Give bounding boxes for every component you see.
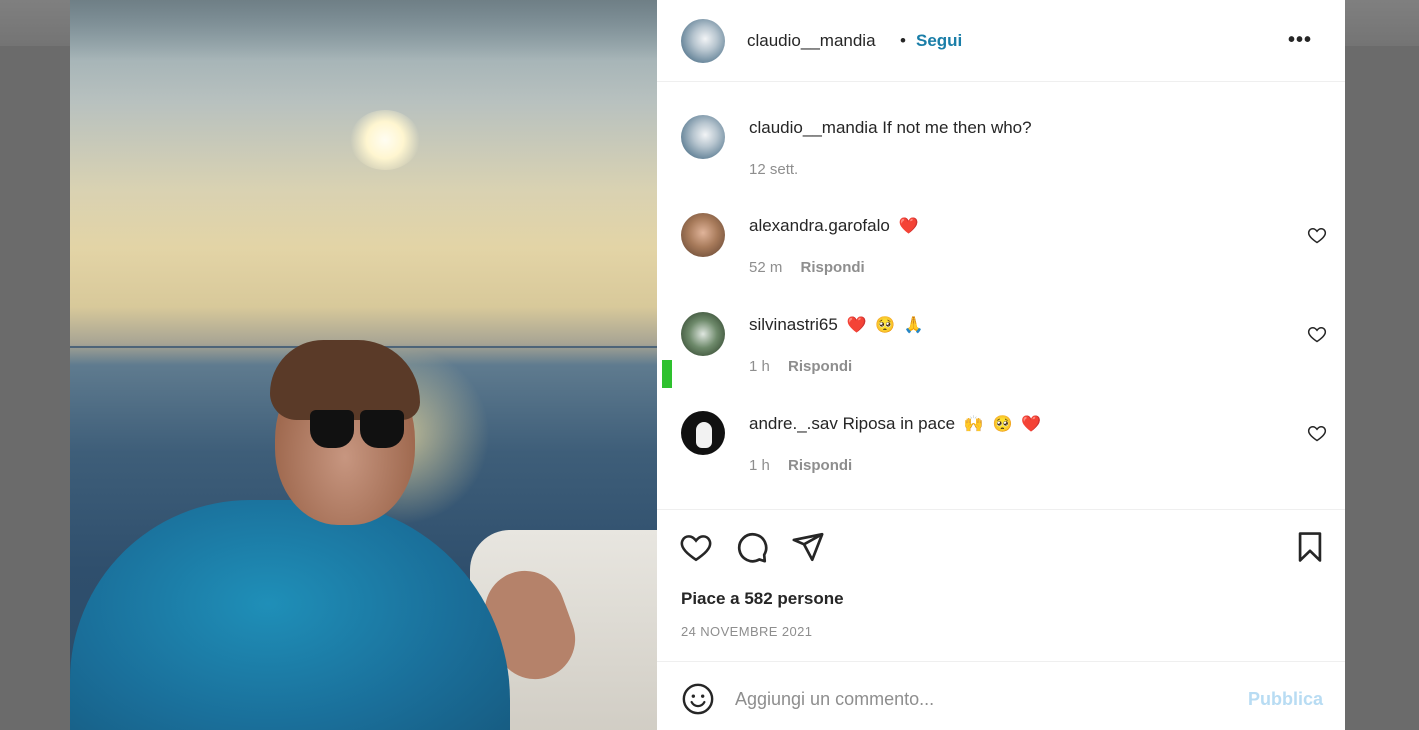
emoji: ❤️	[1021, 416, 1042, 433]
comment-like-heart-icon[interactable]	[1307, 324, 1327, 344]
comment-username[interactable]: andre._.sav	[749, 414, 838, 433]
post-actions: Piace a 582 persone 24 NOVEMBRE 2021	[657, 509, 1345, 661]
photo-sun	[350, 110, 420, 170]
smiley-icon[interactable]	[681, 682, 715, 716]
green-indicator	[662, 360, 672, 388]
comment-username[interactable]: silvinastri65	[749, 315, 838, 334]
emoji: 🥺	[875, 317, 896, 334]
photo-sunglasses	[310, 410, 405, 450]
reply-button[interactable]: Rispondi	[788, 358, 852, 375]
share-icon[interactable]	[791, 530, 825, 564]
comment-line: andre._.sav Riposa in pace 🙌 🥺 ❤️	[749, 414, 1041, 434]
caption-text: If not me then who?	[882, 118, 1032, 137]
caption-meta: 12 sett.	[749, 161, 798, 178]
comment-line: alexandra.garofalo ❤️	[749, 216, 918, 236]
post-header: claudio__mandia • Segui •••	[657, 0, 1345, 82]
post-modal: claudio__mandia • Segui ••• claudio__man…	[70, 0, 1345, 730]
reply-button[interactable]: Rispondi	[801, 259, 865, 276]
emoji: ❤️	[898, 218, 919, 235]
reply-button[interactable]: Rispondi	[788, 457, 852, 474]
emoji: 🙌	[963, 416, 984, 433]
comment-meta: 1 h Rispondi	[749, 457, 852, 474]
caption-time[interactable]: 12 sett.	[749, 161, 798, 178]
author-username[interactable]: claudio__mandia	[747, 31, 876, 51]
heart-icon[interactable]	[679, 530, 713, 564]
post-date[interactable]: 24 NOVEMBRE 2021	[681, 624, 812, 639]
author-avatar[interactable]	[681, 19, 725, 63]
bookmark-icon[interactable]	[1293, 530, 1327, 564]
post-photo[interactable]	[70, 0, 657, 730]
comment-avatar[interactable]	[681, 312, 725, 356]
post-side-panel: claudio__mandia • Segui ••• claudio__man…	[657, 0, 1345, 730]
add-comment-bar: Pubblica	[657, 661, 1345, 730]
comment-text: Riposa in pace	[842, 414, 956, 433]
comment-line: silvinastri65 ❤️ 🥺 🙏	[749, 315, 924, 335]
comment-avatar[interactable]	[681, 213, 725, 257]
comments-list[interactable]: claudio__mandia If not me then who? 12 s…	[657, 83, 1345, 509]
comment-time[interactable]: 1 h	[749, 457, 770, 474]
caption-username[interactable]: claudio__mandia	[749, 118, 878, 137]
comment-like-heart-icon[interactable]	[1307, 423, 1327, 443]
header-separator: •	[900, 31, 906, 50]
comment-icon[interactable]	[735, 530, 769, 564]
publish-button[interactable]: Pubblica	[1248, 689, 1323, 710]
caption-avatar[interactable]	[681, 115, 725, 159]
more-icon[interactable]: •••	[1285, 30, 1315, 50]
comment-like-heart-icon[interactable]	[1307, 225, 1327, 245]
comment-meta: 1 h Rispondi	[749, 358, 852, 375]
comment-time[interactable]: 52 m	[749, 259, 782, 276]
photo-cloud	[70, 0, 657, 60]
comment-avatar[interactable]	[681, 411, 725, 455]
comment-time[interactable]: 1 h	[749, 358, 770, 375]
emoji: ❤️	[846, 317, 867, 334]
comment-username[interactable]: alexandra.garofalo	[749, 216, 890, 235]
follow-button[interactable]: Segui	[916, 31, 962, 51]
likes-count[interactable]: Piace a 582 persone	[681, 589, 844, 609]
emoji: 🥺	[992, 416, 1013, 433]
emoji: 🙏	[903, 317, 924, 334]
caption-line: claudio__mandia If not me then who?	[749, 118, 1032, 138]
photo-person-shirt	[70, 500, 510, 730]
comment-input[interactable]	[735, 679, 1215, 719]
comment-meta: 52 m Rispondi	[749, 259, 865, 276]
